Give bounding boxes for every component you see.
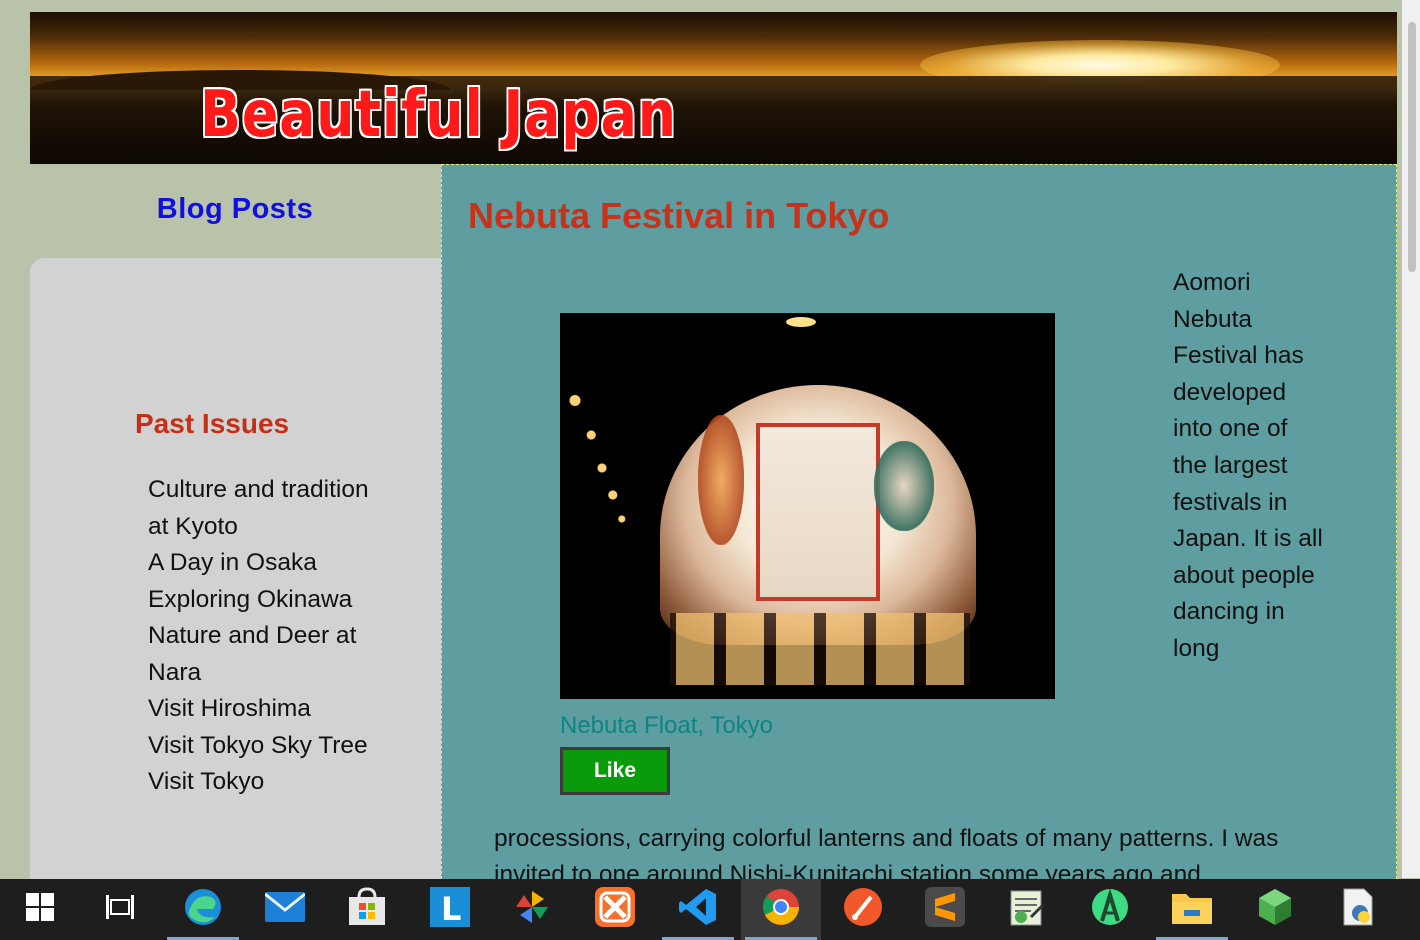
nebuta-float-image bbox=[560, 313, 1055, 699]
sublime-text-icon bbox=[925, 887, 965, 932]
android-studio-taskbar-button[interactable] bbox=[1070, 879, 1150, 940]
task-view-button[interactable] bbox=[80, 879, 160, 940]
windows-start-icon bbox=[26, 893, 54, 926]
issue-link-hiroshima[interactable]: Visit Hiroshima bbox=[148, 691, 388, 728]
issue-link-okinawa[interactable]: Exploring Okinawa bbox=[148, 582, 388, 619]
article-main: Nebuta Festival in Tokyo Nebuta Float, T… bbox=[441, 164, 1397, 888]
chrome-icon bbox=[761, 887, 801, 932]
green-cube-taskbar-button[interactable] bbox=[1235, 879, 1315, 940]
site-title: Beautiful Japan bbox=[200, 78, 677, 152]
image-lantern-right-art bbox=[874, 441, 934, 531]
issue-link-tokyo[interactable]: Visit Tokyo bbox=[148, 764, 388, 801]
mail-taskbar-button[interactable] bbox=[245, 879, 325, 940]
xampp-icon bbox=[595, 887, 635, 932]
photos-pinwheel-icon bbox=[512, 887, 552, 932]
issue-link-nara[interactable]: Nature and Deer at Nara bbox=[148, 618, 388, 691]
vscode-icon bbox=[678, 887, 718, 932]
notepad-frog-icon bbox=[1007, 887, 1047, 932]
task-view-icon bbox=[105, 894, 135, 925]
scrollbar-thumb[interactable] bbox=[1408, 22, 1416, 272]
edge-browser-icon bbox=[183, 887, 223, 932]
xampp-taskbar-button[interactable] bbox=[575, 879, 655, 940]
python-file-taskbar-button[interactable] bbox=[1318, 879, 1398, 940]
paint-app-taskbar-button[interactable] bbox=[823, 879, 903, 940]
mail-icon bbox=[264, 892, 306, 927]
image-lantern-center-panel bbox=[756, 423, 880, 601]
file-explorer-icon bbox=[1172, 890, 1212, 929]
blog-posts-heading[interactable]: Blog Posts bbox=[30, 193, 440, 226]
image-float-base bbox=[670, 613, 970, 685]
start-button[interactable] bbox=[0, 879, 80, 940]
issue-link-osaka[interactable]: A Day in Osaka bbox=[148, 545, 388, 582]
vscode-taskbar-button[interactable] bbox=[658, 879, 738, 940]
sidebar-panel: Past Issues Culture and tradition at Kyo… bbox=[30, 258, 442, 888]
l-app-taskbar-button[interactable]: L bbox=[410, 879, 490, 940]
python-file-icon bbox=[1338, 887, 1378, 932]
article-title: Nebuta Festival in Tokyo bbox=[468, 195, 890, 236]
store-taskbar-button[interactable] bbox=[327, 879, 407, 940]
issue-link-sky-tree[interactable]: Visit Tokyo Sky Tree bbox=[148, 728, 388, 765]
store-icon bbox=[347, 887, 387, 932]
page-scrollbar[interactable] bbox=[1402, 0, 1420, 878]
like-button[interactable]: Like bbox=[560, 747, 670, 795]
past-issues-list: Culture and tradition at Kyoto A Day in … bbox=[148, 472, 388, 801]
site-banner: Beautiful Japan bbox=[30, 12, 1397, 164]
photos-taskbar-button[interactable] bbox=[492, 879, 572, 940]
image-lantern bbox=[660, 385, 976, 645]
past-issues-heading: Past Issues bbox=[135, 408, 290, 439]
file-explorer-taskbar-button[interactable] bbox=[1152, 879, 1232, 940]
image-lantern-lights bbox=[566, 393, 656, 543]
chrome-taskbar-button[interactable] bbox=[741, 879, 821, 940]
paint-brush-app-icon bbox=[843, 887, 883, 932]
android-studio-icon bbox=[1090, 887, 1130, 932]
image-lantern-left-art bbox=[698, 415, 744, 545]
windows-taskbar: L bbox=[0, 879, 1420, 940]
issue-link-kyoto[interactable]: Culture and tradition at Kyoto bbox=[148, 472, 388, 545]
svg-text:L: L bbox=[441, 890, 461, 927]
l-app-icon: L bbox=[430, 887, 470, 932]
green-cube-icon bbox=[1255, 887, 1295, 932]
notepad-taskbar-button[interactable] bbox=[987, 879, 1067, 940]
sublime-taskbar-button[interactable] bbox=[905, 879, 985, 940]
image-top-light bbox=[786, 317, 816, 327]
edge-taskbar-button[interactable] bbox=[163, 879, 243, 940]
figure-caption: Nebuta Float, Tokyo bbox=[560, 712, 774, 739]
article-intro-text: Aomori Nebuta Festival has developed int… bbox=[1173, 269, 1323, 662]
